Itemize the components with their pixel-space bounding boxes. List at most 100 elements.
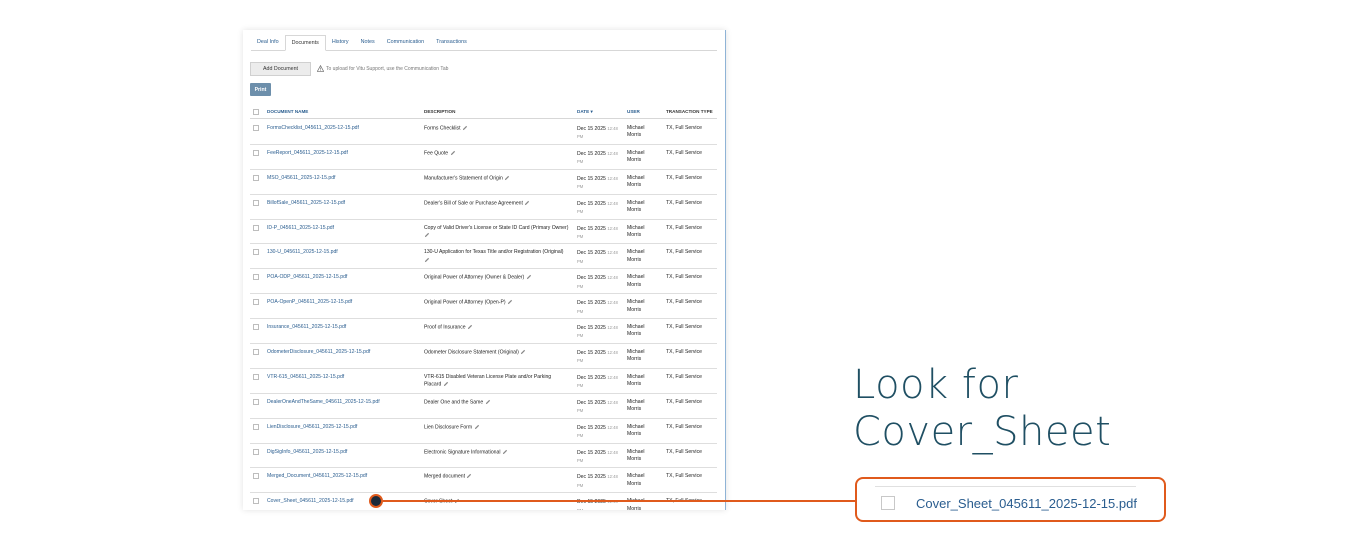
date-text: Dec 15 2025	[577, 399, 606, 406]
table-row: VTR-615_045611_2025-12-15.pdf VTR-615 Dis…	[250, 369, 717, 394]
date-text: Dec 15 2025	[577, 300, 606, 307]
edit-pencil-icon[interactable]	[424, 257, 430, 263]
row-checkbox[interactable]	[253, 174, 259, 181]
description-text: 130-U Application for Texas Title and/or…	[424, 249, 564, 256]
document-link[interactable]: BillofSale_045611_2025-12-15.pdf	[267, 200, 345, 206]
date-text: Dec 15 2025	[577, 474, 606, 481]
row-checkbox[interactable]	[253, 125, 259, 131]
document-link[interactable]: Insurance_045611_2025-12-15.pdf	[267, 324, 346, 330]
header-document-name[interactable]: DOCUMENT NAME	[267, 109, 308, 114]
edit-pencil-icon[interactable]	[502, 449, 508, 455]
document-date: Dec 15 2025 12:48 PM	[577, 324, 625, 341]
document-link[interactable]: POA-ODP_045611_2025-12-15.pdf	[267, 274, 347, 280]
date-text: Dec 15 2025	[577, 449, 606, 456]
document-description: VTR-615 Disabled Veteran License Plate a…	[424, 374, 569, 389]
transaction-type: TX, Full Service	[666, 299, 702, 306]
tab-notes[interactable]: Notes	[355, 35, 381, 51]
document-user: Michael Morris	[627, 398, 645, 413]
edit-pencil-icon[interactable]	[526, 274, 532, 280]
documents-table-body: FormsChecklist_045611_2025-12-15.pdf Form…	[250, 120, 717, 510]
document-description: Proof of Insurance	[424, 324, 569, 332]
edit-pencil-icon[interactable]	[462, 125, 468, 131]
document-link[interactable]: DigSigInfo_045611_2025-12-15.pdf	[267, 449, 347, 455]
document-date: Dec 15 2025 12:48 PM	[577, 150, 625, 167]
select-all-checkbox[interactable]	[253, 109, 259, 115]
row-checkbox[interactable]	[253, 274, 259, 281]
description-text: Proof of Insurance	[424, 324, 466, 331]
edit-pencil-icon[interactable]	[524, 200, 530, 206]
row-checkbox[interactable]	[253, 324, 259, 331]
row-checkbox[interactable]	[253, 473, 259, 480]
row-checkbox[interactable]	[253, 498, 259, 505]
edit-pencil-icon[interactable]	[474, 424, 480, 430]
description-text: Forms Checklist	[424, 125, 461, 132]
edit-pencil-icon[interactable]	[450, 150, 456, 156]
header-user[interactable]: USER	[627, 109, 640, 114]
description-text: Manufacturer's Statement of Origin	[424, 175, 503, 182]
tab-transactions[interactable]: Transactions	[430, 35, 473, 51]
row-checkbox[interactable]	[253, 373, 259, 380]
document-link[interactable]: MSO_045611_2025-12-15.pdf	[267, 175, 335, 181]
document-link[interactable]: Merged_Document_045611_2025-12-15.pdf	[267, 473, 367, 479]
description-text: Lien Disclosure Form	[424, 424, 473, 431]
date-text: Dec 15 2025	[577, 374, 606, 381]
edit-pencil-icon[interactable]	[466, 473, 472, 479]
header-description[interactable]: DESCRIPTION	[424, 109, 455, 114]
table-row: Merged_Document_045611_2025-12-15.pdf Mer…	[250, 468, 717, 494]
print-button[interactable]: Print	[250, 83, 271, 96]
edit-pencil-icon[interactable]	[504, 175, 510, 181]
table-row: LienDisclosure_045611_2025-12-15.pdf Lien…	[250, 419, 717, 444]
document-link[interactable]: FormsChecklist_045611_2025-12-15.pdf	[267, 125, 359, 131]
document-link[interactable]: DealerOneAndTheSame_045611_2025-12-15.pd…	[267, 399, 380, 405]
transaction-type: TX, Full Service	[666, 174, 702, 181]
tab-documents[interactable]: Documents	[284, 35, 326, 51]
edit-pencil-icon[interactable]	[467, 324, 473, 330]
tab-communication[interactable]: Communication	[381, 35, 430, 51]
description-text: Merged document	[424, 473, 466, 480]
document-link[interactable]: 130-U_045611_2025-12-15.pdf	[267, 249, 338, 255]
tab-deal-info[interactable]: Deal Info	[251, 35, 285, 51]
row-checkbox[interactable]	[253, 199, 259, 206]
edit-pencil-icon[interactable]	[507, 299, 513, 305]
row-checkbox[interactable]	[253, 423, 259, 430]
document-description: 130-U Application for Texas Title and/or…	[424, 249, 569, 264]
transaction-type: TX, Full Service	[666, 398, 702, 405]
document-date: Dec 15 2025 12:48 PM	[577, 249, 625, 266]
table-row: 130-U_045611_2025-12-15.pdf 130-U Applica…	[250, 244, 717, 270]
callout-title-line1: Look for	[853, 362, 1019, 408]
document-description: Electronic Signature Informational	[424, 449, 569, 457]
tab-history[interactable]: History	[326, 35, 355, 51]
document-description: Lien Disclosure Form	[424, 424, 569, 432]
row-checkbox[interactable]	[253, 398, 259, 405]
row-checkbox[interactable]	[253, 149, 259, 156]
document-link[interactable]: POA-OpenP_045611_2025-12-15.pdf	[267, 299, 352, 305]
row-checkbox[interactable]	[253, 349, 259, 356]
document-link[interactable]: Cover_Sheet_045611_2025-12-15.pdf	[267, 498, 354, 504]
row-checkbox[interactable]	[253, 249, 259, 256]
document-description: Merged document	[424, 473, 569, 481]
transaction-type: TX, Full Service	[666, 373, 702, 380]
document-link[interactable]: FeeReport_045611_2025-12-15.pdf	[267, 150, 348, 156]
edit-pencil-icon[interactable]	[520, 349, 526, 355]
edit-pencil-icon[interactable]	[485, 399, 491, 405]
row-checkbox[interactable]	[253, 299, 259, 306]
document-date: Dec 15 2025 12:48 PM	[577, 175, 625, 192]
edit-pencil-icon[interactable]	[424, 232, 430, 238]
transaction-type: TX, Full Service	[666, 274, 702, 281]
edit-pencil-icon[interactable]	[443, 381, 449, 387]
document-link[interactable]: OdometerDisclosure_045611_2025-12-15.pdf	[267, 349, 370, 355]
transaction-type: TX, Full Service	[666, 448, 702, 455]
date-text: Dec 15 2025	[577, 350, 606, 357]
document-link[interactable]: VTR-615_045611_2025-12-15.pdf	[267, 374, 344, 380]
tab-bar: Deal Info Documents History Notes Commun…	[251, 35, 717, 51]
document-link[interactable]: LienDisclosure_045611_2025-12-15.pdf	[267, 424, 357, 430]
document-user: Michael Morris	[627, 125, 645, 139]
document-link[interactable]: ID-P_045611_2025-12-15.pdf	[267, 225, 334, 231]
row-checkbox[interactable]	[253, 448, 259, 455]
header-transaction-type[interactable]: TRANSACTION TYPE	[666, 109, 713, 114]
add-document-button[interactable]: Add Document	[250, 62, 311, 76]
zoom-divider	[875, 486, 1136, 487]
zoom-document-link: Cover_Sheet_045611_2025-12-15.pdf	[916, 496, 1137, 511]
header-date[interactable]: DATE ▾	[577, 109, 593, 115]
row-checkbox[interactable]	[253, 224, 259, 231]
